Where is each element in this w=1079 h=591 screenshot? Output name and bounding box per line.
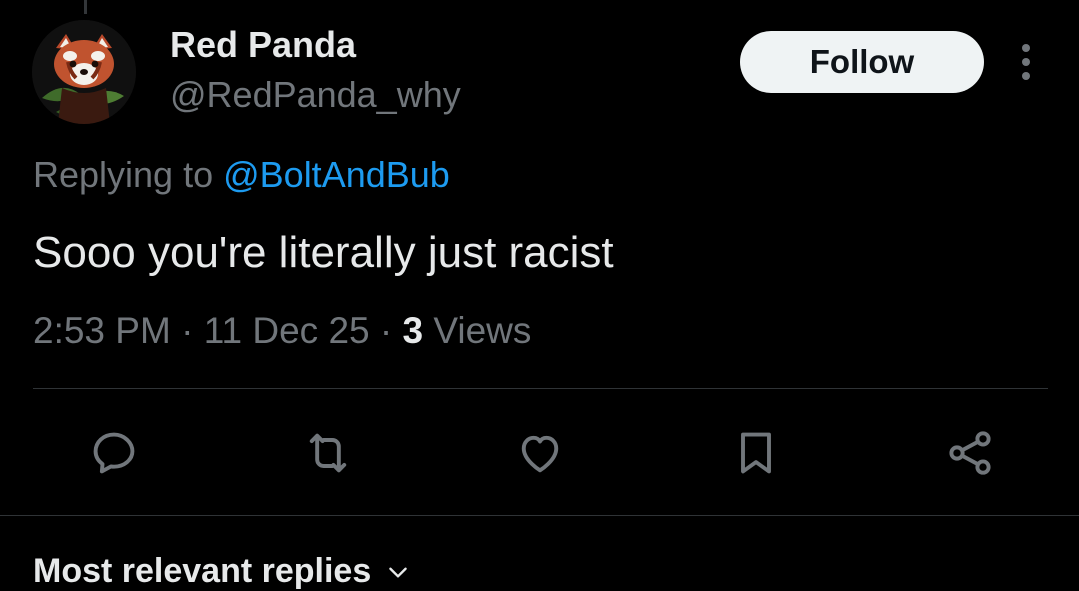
tweet-date[interactable]: 11 Dec 25 xyxy=(204,310,370,351)
reply-button[interactable] xyxy=(88,427,140,479)
chevron-down-icon xyxy=(385,559,411,585)
retweet-icon xyxy=(309,433,347,473)
more-options-button[interactable] xyxy=(1006,40,1046,84)
divider xyxy=(0,515,1079,516)
red-panda-avatar-icon xyxy=(32,20,136,124)
tweet-meta: 2:53 PM · 11 Dec 25 · 3 Views xyxy=(33,310,531,352)
heart-icon xyxy=(521,435,559,473)
like-button[interactable] xyxy=(514,427,566,479)
retweet-button[interactable] xyxy=(302,427,354,479)
replying-to-mention-link[interactable]: @BoltAndBub xyxy=(223,154,450,195)
meta-separator: · xyxy=(170,310,204,351)
replies-sort-label: Most relevant replies xyxy=(33,552,372,590)
follow-button[interactable]: Follow xyxy=(740,31,984,93)
divider xyxy=(33,388,1048,389)
share-icon xyxy=(949,431,991,475)
replying-to-line: Replying to @BoltAndBub xyxy=(33,154,450,196)
thread-connector-line xyxy=(84,0,87,14)
more-vertical-icon xyxy=(1022,44,1030,80)
avatar[interactable] xyxy=(32,20,136,124)
views-count[interactable]: 3 xyxy=(403,310,424,351)
meta-separator: · xyxy=(369,310,403,351)
replies-sort-dropdown[interactable]: Most relevant replies xyxy=(33,552,411,591)
tweet-text: Sooo you're literally just racist xyxy=(33,228,614,277)
tweet-time[interactable]: 2:53 PM xyxy=(33,310,171,351)
replying-to-prefix: Replying to xyxy=(33,154,224,195)
bookmark-icon xyxy=(741,432,771,474)
reply-icon xyxy=(93,432,135,474)
author-handle[interactable]: @RedPanda_why xyxy=(170,74,461,116)
views-label[interactable]: Views xyxy=(423,310,531,351)
author-display-name[interactable]: Red Panda xyxy=(170,24,356,66)
share-button[interactable] xyxy=(944,427,996,479)
bookmark-button[interactable] xyxy=(730,427,782,479)
